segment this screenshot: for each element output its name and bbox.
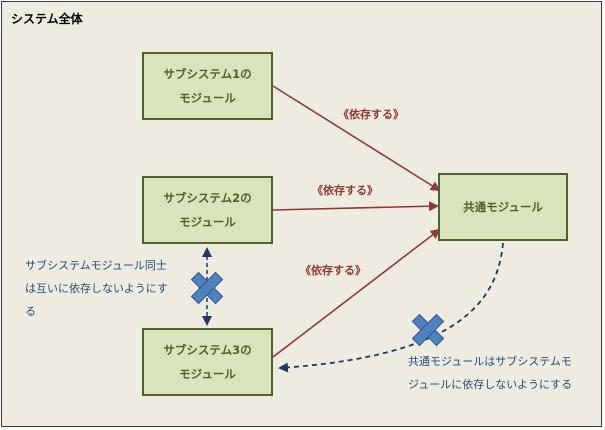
note-subsystems-line3: る <box>25 305 36 318</box>
note-subsystems-line1: サブシステムモジュール同士 <box>25 259 167 272</box>
dependency-label-sub3: 《依存する》 <box>300 264 366 277</box>
subsystem2-module: サブシステム2の モジュール <box>142 176 273 244</box>
subsystem3-module-line2: モジュール <box>179 367 236 381</box>
subsystem1-module: サブシステム1の モジュール <box>142 52 273 120</box>
dependency-arrow-sub1-to-common <box>272 85 441 192</box>
system-container: システム全体 サブシステム1の モジュール サブシステム2の モジュール サブシ… <box>1 1 602 427</box>
note-common-line1: 共通モジュールはサブシステムモ <box>408 355 572 368</box>
common-module-label: 共通モジュール <box>463 200 543 214</box>
subsystem3-module-line1: サブシステム3の <box>163 343 252 357</box>
note-common-independent: 共通モジュールはサブシステムモ ジュールに依存しないようにする <box>408 350 598 396</box>
subsystem2-module-line2: モジュール <box>179 215 236 229</box>
note-common-line2: ジュールに依存しないようにする <box>408 378 573 391</box>
common-module: 共通モジュール <box>438 173 568 241</box>
subsystem2-module-line1: サブシステム2の <box>163 191 252 205</box>
subsystem1-module-line2: モジュール <box>179 91 236 105</box>
note-subsystems-independent: サブシステムモジュール同士 は互いに依存しないようにす る <box>25 254 195 323</box>
subsystem1-module-line1: サブシステム1の <box>163 67 252 81</box>
note-subsystems-line2: は互いに依存しないようにす <box>25 282 168 295</box>
dependency-label-sub2: 《依存する》 <box>312 184 378 197</box>
dependency-label-sub1: 《依存する》 <box>338 108 404 121</box>
subsystem3-module: サブシステム3の モジュール <box>142 328 273 396</box>
dependency-arrow-sub2-to-common <box>272 201 439 212</box>
